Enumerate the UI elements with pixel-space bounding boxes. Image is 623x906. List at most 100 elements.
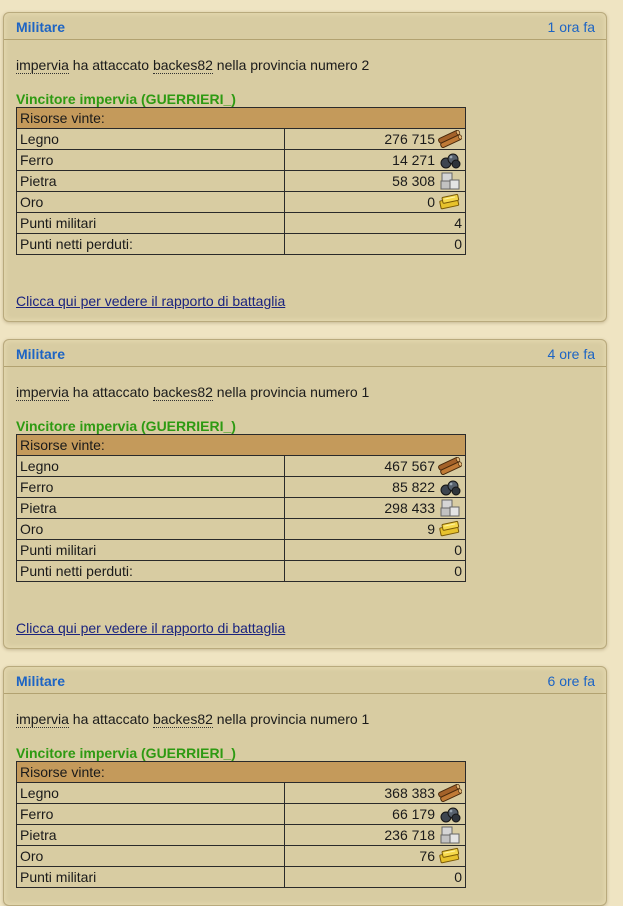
resource-value-cell: 14 271 [284, 149, 466, 171]
resource-row: Legno 467 567 [16, 455, 466, 477]
report-time: 4 ore fa [547, 346, 595, 362]
resource-row: Punti militari 0 [16, 866, 466, 888]
resource-row: Legno 276 715 [16, 128, 466, 150]
defender-link[interactable]: backes82 [152, 384, 213, 401]
stone-icon [438, 172, 462, 190]
resource-row: Punti militari 4 [16, 212, 466, 234]
iron-icon [438, 805, 462, 823]
attacker-link[interactable]: impervia [16, 57, 69, 74]
resource-label: Punti netti perduti: [16, 560, 285, 582]
resource-label: Punti militari [16, 866, 285, 888]
attack-verb: ha attaccato [68, 57, 153, 73]
resource-value-cell: 66 179 [284, 803, 466, 825]
report-category: Militare [16, 346, 66, 362]
resource-label: Punti militari [16, 212, 285, 234]
report-card: Militare 4 ore fa impervia ha attaccato … [3, 339, 607, 649]
gold-icon [438, 520, 462, 538]
resource-value-cell: 0 [284, 191, 466, 213]
resource-label: Pietra [16, 170, 285, 192]
resource-label: Ferro [16, 149, 285, 171]
report-category: Militare [16, 19, 66, 35]
attack-verb: ha attaccato [68, 711, 153, 727]
province-text: nella provincia numero 1 [212, 384, 370, 400]
resource-row: Oro 76 [16, 845, 466, 867]
resource-value: 14 271 [392, 152, 435, 168]
resource-value: 467 567 [384, 458, 435, 474]
report-time: 1 ora fa [547, 19, 595, 35]
resource-value: 4 [454, 215, 462, 231]
resource-value: 298 433 [384, 500, 435, 516]
resource-value: 9 [427, 521, 435, 537]
wood-icon [438, 129, 463, 149]
resource-label: Pietra [16, 824, 285, 846]
report-card: Militare 6 ore fa impervia ha attaccato … [3, 666, 607, 906]
resource-value: 0 [454, 236, 462, 252]
resource-row: Punti netti perduti: 0 [16, 560, 466, 582]
resource-value: 368 383 [384, 785, 435, 801]
resource-value: 0 [454, 542, 462, 558]
defender-link[interactable]: backes82 [152, 711, 213, 728]
resource-row: Oro 0 [16, 191, 466, 213]
winner-label: Vincitore impervia (GUERRIERI_) [16, 91, 236, 107]
resource-value: 236 718 [384, 827, 435, 843]
resource-value-cell: 58 308 [284, 170, 466, 192]
resource-label: Pietra [16, 497, 285, 519]
gold-icon [438, 847, 462, 865]
resource-value-cell: 467 567 [284, 455, 466, 477]
resource-value: 58 308 [392, 173, 435, 189]
battle-report-link[interactable]: Clicca qui per vedere il rapporto di bat… [16, 620, 285, 636]
resource-row: Pietra 236 718 [16, 824, 466, 846]
resources-header-row: Risorse vinte: [16, 107, 466, 129]
wood-icon [438, 783, 463, 803]
resource-value: 0 [427, 194, 435, 210]
resource-value-cell: 4 [284, 212, 466, 234]
resource-value: 0 [454, 563, 462, 579]
resource-value-cell: 0 [284, 233, 466, 255]
defender-link[interactable]: backes82 [152, 57, 213, 74]
resource-label: Legno [16, 455, 285, 477]
resource-row: Ferro 85 822 [16, 476, 466, 498]
resource-label: Oro [16, 845, 285, 867]
report-card: Militare 1 ora fa impervia ha attaccato … [3, 12, 607, 322]
iron-icon [438, 151, 462, 169]
attack-line: impervia ha attaccato backes82 nella pro… [16, 711, 370, 728]
resource-value-cell: 368 383 [284, 782, 466, 804]
resource-row: Oro 9 [16, 518, 466, 540]
resource-row: Legno 368 383 [16, 782, 466, 804]
resource-value-cell: 0 [284, 866, 466, 888]
resource-row: Pietra 58 308 [16, 170, 466, 192]
resources-header-row: Risorse vinte: [16, 434, 466, 456]
resource-value: 66 179 [392, 806, 435, 822]
attacker-link[interactable]: impervia [16, 711, 69, 728]
attack-line: impervia ha attaccato backes82 nella pro… [16, 384, 370, 401]
resources-header-row: Risorse vinte: [16, 761, 466, 783]
iron-icon [438, 478, 462, 496]
resource-label: Oro [16, 191, 285, 213]
report-category: Militare [16, 673, 66, 689]
resources-header: Risorse vinte: [16, 761, 466, 783]
attacker-link[interactable]: impervia [16, 384, 69, 401]
resource-row: Punti netti perduti: 0 [16, 233, 466, 255]
report-header: Militare 1 ora fa [4, 13, 606, 40]
gold-icon [438, 193, 462, 211]
resource-value-cell: 85 822 [284, 476, 466, 498]
resource-row: Ferro 14 271 [16, 149, 466, 171]
resource-value-cell: 0 [284, 539, 466, 561]
resource-value: 85 822 [392, 479, 435, 495]
resources-table: Risorse vinte: Legno 276 715 Ferro 14 271 Pie… [16, 107, 466, 255]
stone-icon [438, 826, 462, 844]
resource-row: Ferro 66 179 [16, 803, 466, 825]
winner-label: Vincitore impervia (GUERRIERI_) [16, 745, 236, 761]
resource-value: 276 715 [384, 131, 435, 147]
resources-table: Risorse vinte: Legno 467 567 Ferro 85 822 Pie… [16, 434, 466, 582]
attack-line: impervia ha attaccato backes82 nella pro… [16, 57, 369, 74]
report-time: 6 ore fa [547, 673, 595, 689]
report-header: Militare 4 ore fa [4, 340, 606, 367]
resource-value-cell: 298 433 [284, 497, 466, 519]
province-text: nella provincia numero 1 [212, 711, 370, 727]
attack-verb: ha attaccato [68, 384, 153, 400]
battle-report-link[interactable]: Clicca qui per vedere il rapporto di bat… [16, 293, 285, 309]
resource-label: Oro [16, 518, 285, 540]
resource-row: Punti militari 0 [16, 539, 466, 561]
resources-table: Risorse vinte: Legno 368 383 Ferro 66 179 Pie… [16, 761, 466, 888]
